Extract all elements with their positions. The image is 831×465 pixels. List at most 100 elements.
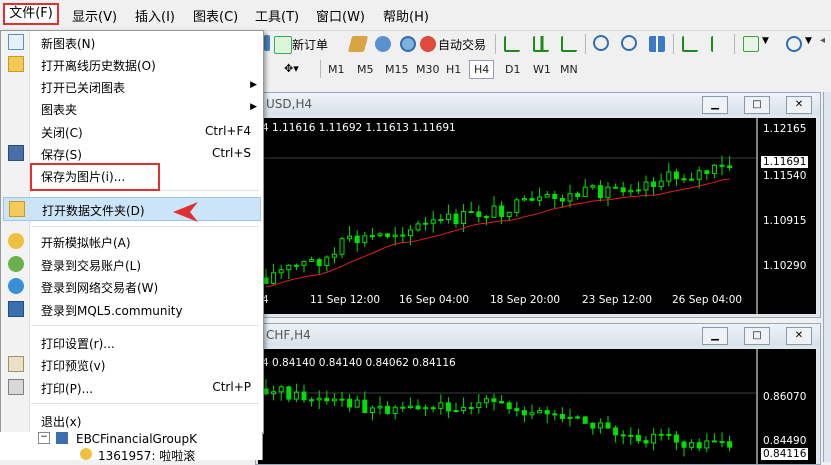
candle-body xyxy=(491,398,497,403)
menu-file[interactable]: 文件(F) xyxy=(3,3,59,25)
radio-icon[interactable] xyxy=(400,36,416,52)
minimize-button[interactable]: ▁ xyxy=(702,96,728,114)
timeframe-mn[interactable]: MN xyxy=(560,63,578,76)
market-watch-icon[interactable] xyxy=(347,36,369,52)
close-button[interactable]: ✕ xyxy=(786,327,812,345)
submenu-arrow-icon: ▶ xyxy=(250,102,257,112)
price-chart-svg xyxy=(258,349,758,464)
menu-item-login-mql5[interactable]: 登录到MQL5.community xyxy=(1,298,263,320)
menu-view[interactable]: 显示(V) xyxy=(72,6,117,25)
timeframe-m1[interactable]: M1 xyxy=(328,63,345,76)
menu-charts[interactable]: 图表(C) xyxy=(193,6,238,25)
candle-body xyxy=(666,433,672,436)
periods-icon[interactable] xyxy=(786,36,802,52)
auto-scroll-icon[interactable] xyxy=(711,36,727,52)
maximize-button[interactable]: □ xyxy=(744,327,770,345)
periods-dropdown-icon[interactable]: ▼ xyxy=(805,36,812,46)
line-chart-icon[interactable] xyxy=(561,36,577,52)
candle-body xyxy=(559,198,565,202)
chart-canvas[interactable]: 4 1.11616 1.11692 1.11613 1.11691 1.1216… xyxy=(258,118,816,314)
auto-trading-button[interactable]: 自动交易 xyxy=(438,36,486,53)
candle-body xyxy=(635,189,641,192)
menu-help[interactable]: 帮助(H) xyxy=(383,6,429,25)
menu-item-print[interactable]: 打印(P)... Ctrl+P xyxy=(1,376,263,398)
menu-separator xyxy=(31,226,259,227)
candle-body xyxy=(719,164,725,167)
timeframe-h4[interactable]: H4 xyxy=(469,60,495,79)
candle-body xyxy=(696,442,702,449)
menu-item-open-demo-account[interactable]: 开新模拟帐户(A) xyxy=(1,230,263,252)
navigator-account[interactable]: 1361957: 啦啦滚 xyxy=(98,447,195,464)
timeframe-d1[interactable]: D1 xyxy=(505,63,520,76)
new-order-button[interactable]: 新订单 xyxy=(292,36,328,53)
menu-item-label: 登录到交易账户(L) xyxy=(41,259,142,273)
candle-body xyxy=(271,272,277,284)
tile-windows-icon[interactable] xyxy=(649,36,665,52)
navigator-panel: − EBCFinancialGroupK 1361957: 啦啦滚 xyxy=(0,432,263,463)
close-button[interactable]: ✕ xyxy=(786,96,812,114)
menu-item-close[interactable]: 关闭(C) Ctrl+F4 xyxy=(1,120,263,142)
menu-item-new-chart[interactable]: 新图表(N) xyxy=(1,31,263,53)
candle-body xyxy=(499,401,505,404)
candle-body xyxy=(628,434,634,437)
price-label: 1.11540 xyxy=(763,170,807,182)
timeframe-w1[interactable]: W1 xyxy=(533,63,551,76)
mql5-icon xyxy=(8,301,24,317)
timeframe-m15[interactable]: M15 xyxy=(385,63,409,76)
chart-window-titlebar[interactable]: CHF,H4 ▁ □ ✕ xyxy=(256,324,820,346)
candle-body xyxy=(491,205,497,218)
timeframe-h1[interactable]: H1 xyxy=(446,63,461,76)
menu-tools[interactable]: 工具(T) xyxy=(255,6,299,25)
file-menu: 新图表(N) 打开离线历史数据(O) 打开已关闭图表 ▶ 图表夹 ▶ 关闭(C)… xyxy=(0,30,264,434)
candle-body xyxy=(392,406,398,414)
auto-trading-icon[interactable] xyxy=(420,36,436,52)
indicators-icon[interactable] xyxy=(743,36,759,52)
maximize-button[interactable]: □ xyxy=(744,96,770,114)
signals-icon[interactable] xyxy=(375,36,391,52)
candle-body xyxy=(354,235,360,244)
candle-body xyxy=(301,260,307,266)
candle-body xyxy=(468,406,474,409)
candle-body xyxy=(263,277,269,284)
candlestick-icon[interactable] xyxy=(533,36,549,52)
menu-item-login-trade-account[interactable]: 登录到交易账户(L) xyxy=(1,253,263,275)
timeframe-m30[interactable]: M30 xyxy=(416,63,440,76)
chart-window-title: CHF,H4 xyxy=(266,328,311,342)
timeframe-m5[interactable]: M5 xyxy=(357,63,374,76)
candle-body xyxy=(613,427,619,436)
tree-collapse-icon[interactable]: − xyxy=(38,432,50,444)
new-chart-icon xyxy=(8,34,24,50)
menu-bar: 文件(F) 显示(V) 插入(I) 图表(C) 工具(T) 窗口(W) 帮助(H… xyxy=(0,0,831,31)
candle-body xyxy=(400,406,406,409)
print-icon xyxy=(8,379,24,395)
menu-item-print-setup[interactable]: 打印设置(r)... xyxy=(1,331,263,353)
bar-chart-icon[interactable] xyxy=(504,36,520,52)
menu-item-save[interactable]: 保存(S) Ctrl+S xyxy=(1,142,263,164)
indicators-dropdown-icon[interactable]: ▼ xyxy=(762,36,769,46)
toolbar-separator xyxy=(734,34,735,54)
chart-window-titlebar[interactable]: USD,H4 ▁ □ ✕ xyxy=(256,93,820,115)
menu-item-open-closed-charts[interactable]: 打开已关闭图表 ▶ xyxy=(1,75,263,97)
menu-item-label: 登录到网络交易者(W) xyxy=(41,281,159,295)
chart-canvas[interactable]: 4 0.84140 0.84140 0.84062 0.84116 0.8607… xyxy=(258,349,816,464)
chart-shift-icon[interactable] xyxy=(682,36,698,52)
candle-body xyxy=(415,405,421,410)
menu-item-open-offline[interactable]: 打开离线历史数据(O) xyxy=(1,53,263,75)
toolbar-overflow-icon[interactable]: ◂ xyxy=(820,35,825,46)
zoom-out-icon[interactable] xyxy=(621,35,637,51)
menu-insert[interactable]: 插入(I) xyxy=(135,6,175,25)
menu-window[interactable]: 窗口(W) xyxy=(316,6,365,25)
menu-item-profiles[interactable]: 图表夹 ▶ xyxy=(1,97,263,119)
navigator-broker[interactable]: EBCFinancialGroupK xyxy=(76,432,197,446)
menu-item-exit[interactable]: 退出(x) xyxy=(1,409,263,431)
zoom-in-icon[interactable] xyxy=(593,35,609,51)
drawing-tools-icon[interactable]: ✥▾ xyxy=(284,62,299,75)
menu-item-login-web-trader[interactable]: 登录到网络交易者(W) xyxy=(1,275,263,297)
candle-body xyxy=(316,397,322,401)
chart-window-eurusd: USD,H4 ▁ □ ✕ 4 1.11616 1.11692 1.11613 1… xyxy=(255,92,821,318)
menu-item-open-data-folder[interactable]: 打开数据文件夹(D) xyxy=(3,197,261,221)
candle-body xyxy=(476,402,482,409)
minimize-button[interactable]: ▁ xyxy=(702,327,728,345)
menu-item-print-preview[interactable]: 打印预览(v) xyxy=(1,353,263,375)
new-order-icon[interactable] xyxy=(274,36,292,54)
